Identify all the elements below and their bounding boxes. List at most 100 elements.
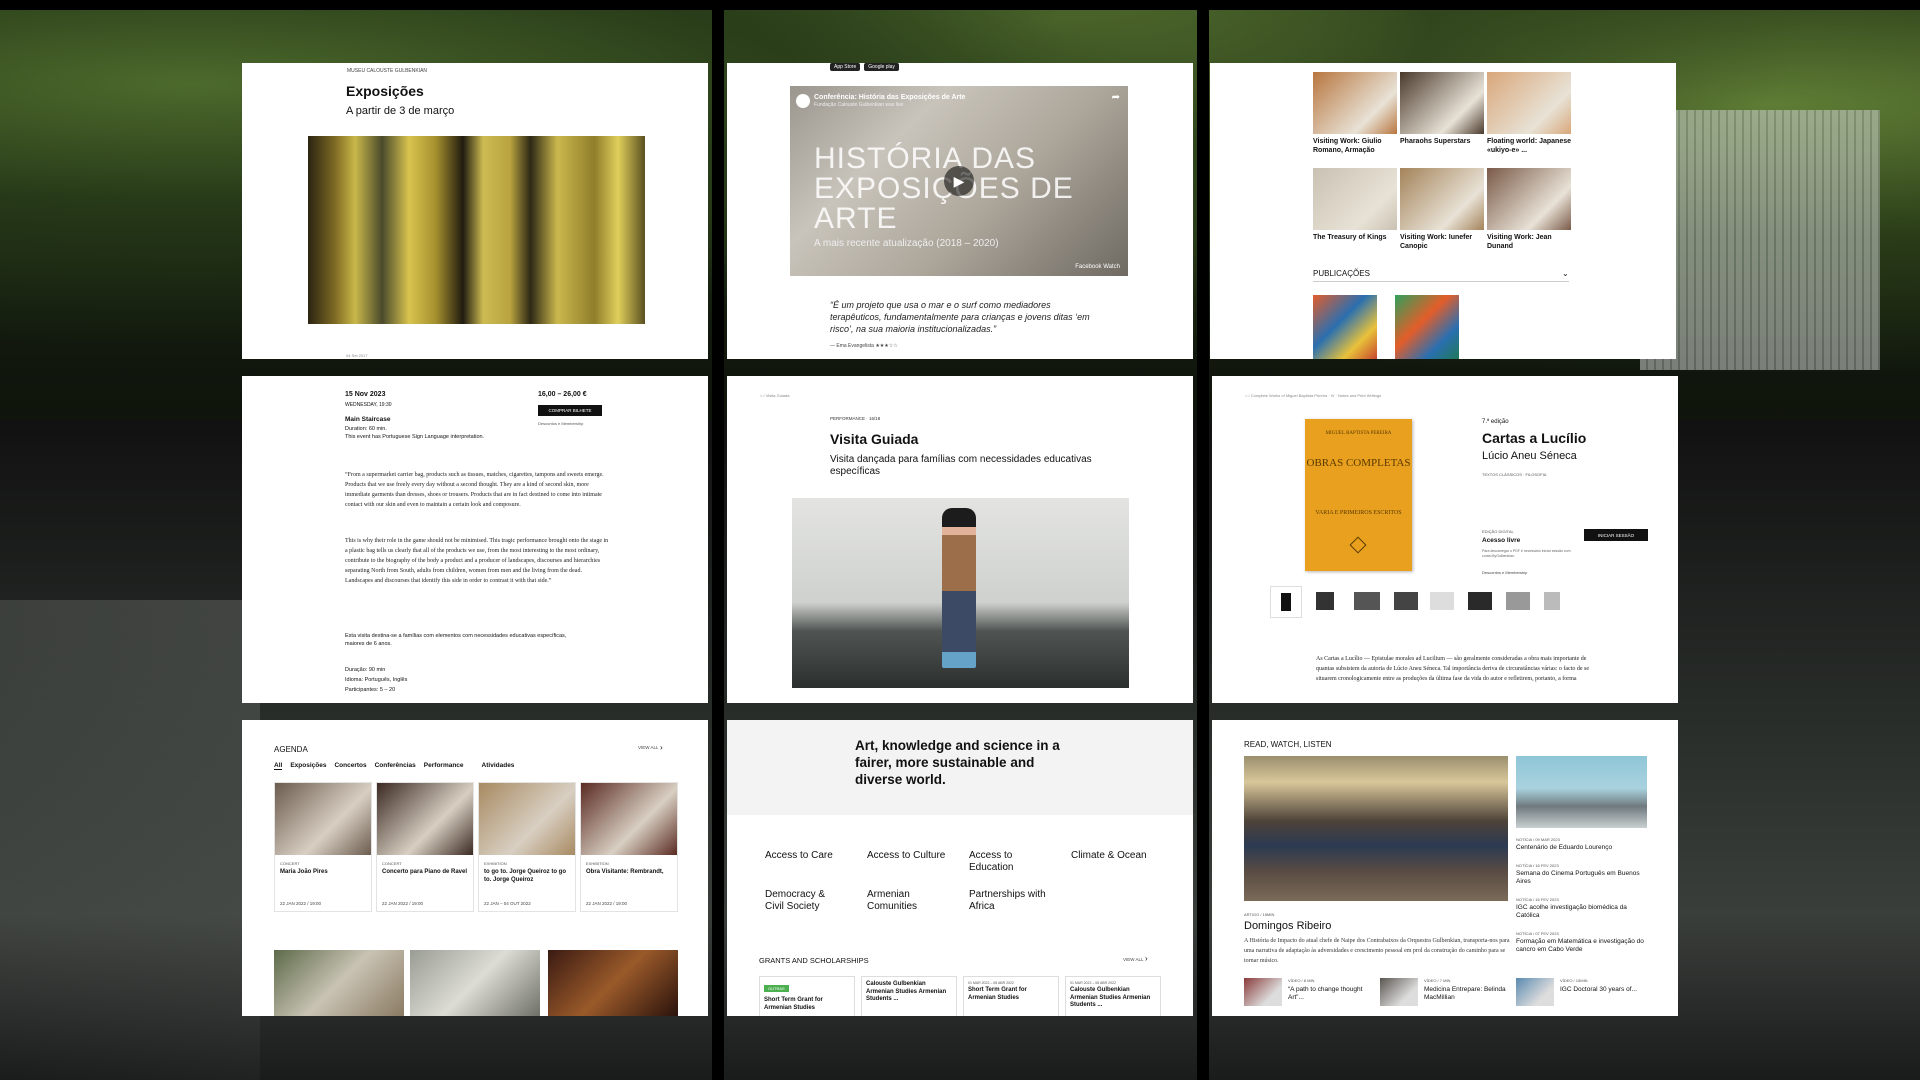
event-card[interactable]: CONCERT Maria João Pires 22 JAN 2022 / 1… xyxy=(274,782,372,912)
chevron-right-icon[interactable]: › xyxy=(1145,954,1148,963)
event-card-image xyxy=(581,783,677,855)
page-subtitle: Visita dançada para famílias com necessi… xyxy=(830,454,1092,477)
background-building xyxy=(1640,110,1880,370)
publications-heading[interactable]: PUBLICAÇÕES xyxy=(1313,269,1370,278)
view-all-link[interactable]: VIEW ALL xyxy=(1123,957,1144,962)
event-card-kind: CONCERT xyxy=(280,861,300,866)
cause-link[interactable]: Armenian Comunities xyxy=(867,889,947,913)
channel-logo-icon xyxy=(796,94,810,108)
app-store-badge[interactable]: App Store xyxy=(830,63,861,71)
collection-tile[interactable]: The Treasury of Kings xyxy=(1313,168,1397,242)
news-kind: NOTÍCIA / 16 FEV 2023 xyxy=(1516,863,1559,868)
tile-image xyxy=(1487,168,1571,230)
column xyxy=(712,0,724,1080)
screenshot-collection: Visiting Work: Giulio Romano, Armação Ph… xyxy=(1210,63,1676,359)
login-button[interactable]: INICIAR SESSÃO xyxy=(1584,529,1648,541)
screenshot-event-detail: 15 Nov 2023 WEDNESDAY, 19:30 16,00 – 26,… xyxy=(242,376,708,703)
page-subtitle: A partir de 3 de março xyxy=(346,105,455,117)
featured-photo[interactable] xyxy=(1244,756,1508,901)
chevron-down-icon[interactable]: ⌄ xyxy=(1562,269,1569,278)
gallery-thumb[interactable] xyxy=(1544,592,1560,610)
chevron-left-icon[interactable]: ‹ xyxy=(798,698,802,703)
news-photo[interactable] xyxy=(1516,756,1647,828)
news-item[interactable]: NOTÍCIA / 07 FEV 2023 Formação em Matemá… xyxy=(1516,931,1651,954)
view-all-link[interactable]: VIEW ALL xyxy=(638,745,659,750)
play-icon[interactable]: ▶ xyxy=(944,166,974,196)
cause-link[interactable]: Climate & Ocean xyxy=(1071,850,1151,862)
cause-link[interactable]: Democracy & Civil Society xyxy=(765,889,845,913)
feature-image[interactable] xyxy=(274,950,404,1016)
tab-concertos[interactable]: Concertos xyxy=(334,762,366,770)
gallery-thumb[interactable] xyxy=(1354,592,1380,610)
page-title: Exposições xyxy=(346,83,424,99)
grants-heading: GRANTS AND SCHOLARSHIPS xyxy=(759,956,869,965)
collection-tile[interactable]: Visiting Work: Iunefer Canopic xyxy=(1400,168,1484,251)
chevron-right-icon[interactable]: › xyxy=(660,743,663,752)
grant-title: Short Term Grant for Armenian Studies xyxy=(968,987,1027,1001)
breadcrumb-item[interactable]: Complete Works of Miguel Baptista Pereir… xyxy=(1251,393,1381,398)
event-card[interactable]: EXHIBITION Obra Visitante: Rembrandt, 22… xyxy=(580,782,678,912)
video-title: Conferência: História das Exposições de … xyxy=(814,94,966,101)
tab-atividades[interactable]: Atividades xyxy=(482,762,515,770)
event-card-title: Concerto para Piano de Ravel xyxy=(382,869,468,875)
share-icon[interactable]: ➦ xyxy=(1112,92,1120,103)
tile-image xyxy=(1400,72,1484,134)
gallery-thumb[interactable] xyxy=(1468,592,1492,610)
news-item[interactable]: NOTÍCIA / 09 MAR 2023 Centenário de Edua… xyxy=(1516,837,1651,852)
tile-image xyxy=(1487,72,1571,134)
video-title: Medicina Entrepare: Belinda MacMillian xyxy=(1424,986,1506,1001)
home-icon[interactable]: ⌂ xyxy=(760,393,762,398)
cause-link[interactable]: Access to Culture xyxy=(867,850,947,862)
news-item[interactable]: NOTÍCIA / 16 FEV 2023 Semana do Cinema P… xyxy=(1516,863,1651,886)
publication-cover[interactable] xyxy=(1395,295,1459,359)
gallery-thumb[interactable] xyxy=(1316,592,1334,610)
chevron-right-icon[interactable]: › xyxy=(1119,698,1123,703)
video-title: IGC Doctoral 30 years of... xyxy=(1560,986,1637,993)
screenshot-exposicoes: MUSEU CALOUSTE GULBENKIAN Exposições A p… xyxy=(242,63,708,359)
membership-link[interactable]: Descontos e Membership xyxy=(1482,570,1527,575)
grant-card[interactable]: 01 MAR 2022 – 08 ABR 2022 Calouste Gulbe… xyxy=(1065,976,1161,1016)
gallery-thumb[interactable] xyxy=(1394,592,1418,610)
event-card-date: 22 JAN 2022 / 19:00 xyxy=(280,901,322,906)
mission-statement: Art, knowledge and science in a fairer, … xyxy=(855,738,1060,787)
event-card-image xyxy=(275,783,371,855)
collection-tile[interactable]: Pharaohs Superstars xyxy=(1400,72,1484,146)
screenshot-visita-guiada: ⌂ / Visita Guiada PERFORMANCE · 16/18 Vi… xyxy=(727,376,1193,703)
cause-link[interactable]: Access to Education xyxy=(969,850,1049,874)
breadcrumb[interactable]: ⌂ / Visita Guiada xyxy=(760,393,789,398)
home-icon[interactable]: ⌂ xyxy=(1245,393,1247,398)
news-item[interactable]: NOTÍCIA / 16 FEV 2023 IGC acolhe investi… xyxy=(1516,897,1651,920)
grant-card[interactable]: Calouste Gulbenkian Armenian Studies Arm… xyxy=(861,976,957,1016)
cause-link[interactable]: Partnerships with Africa xyxy=(969,889,1049,913)
collection-tile[interactable]: Floating world: Japanese «ukiyo-e» ... xyxy=(1487,72,1571,155)
discounts-link[interactable]: Descontos e Membership xyxy=(538,420,583,428)
feature-image[interactable] xyxy=(410,950,540,1016)
news-title: IGC acolhe investigação biomédica da Cat… xyxy=(1516,904,1627,919)
feature-image[interactable] xyxy=(548,950,678,1016)
tab-exposicoes[interactable]: Exposições xyxy=(290,762,326,770)
breadcrumb[interactable]: ⌂ / Complete Works of Miguel Baptista Pe… xyxy=(1245,393,1381,398)
news-title: Formação em Matemática e investigação do… xyxy=(1516,938,1644,953)
grant-card[interactable]: OUTRAS Short Term Grant for Armenian Stu… xyxy=(759,976,855,1016)
cause-link[interactable]: Access to Care xyxy=(765,850,845,862)
featured-title[interactable]: Domingos Ribeiro xyxy=(1244,920,1331,932)
google-play-badge[interactable]: Google play xyxy=(864,63,899,71)
event-venue: Main Staircase xyxy=(345,416,391,423)
gallery-thumb-selected[interactable] xyxy=(1270,586,1302,618)
buy-ticket-button[interactable]: COMPRAR BILHETE xyxy=(538,405,602,416)
gallery-thumb[interactable] xyxy=(1506,592,1530,610)
event-card[interactable]: EXHIBITION to go to. Jorge Queiroz to go… xyxy=(478,782,576,912)
grant-card[interactable]: 01 MAR 2022 – 08 ABR 2022 Short Term Gra… xyxy=(963,976,1059,1016)
breadcrumb-item[interactable]: Visita Guiada xyxy=(766,393,790,398)
tab-performance[interactable]: Performance xyxy=(424,762,464,770)
video-player[interactable]: Conferência: História das Exposições de … xyxy=(790,86,1128,276)
news-kind: NOTÍCIA / 16 FEV 2023 xyxy=(1516,897,1559,902)
collection-tile[interactable]: Visiting Work: Giulio Romano, Armação xyxy=(1313,72,1397,155)
video-subtitle: Fundação Calouste Gulbenkian was live xyxy=(814,102,904,108)
publication-cover[interactable] xyxy=(1313,295,1377,359)
event-card[interactable]: CONCERT Concerto para Piano de Ravel 22 … xyxy=(376,782,474,912)
collection-tile[interactable]: Visiting Work: Jean Dunand xyxy=(1487,168,1571,251)
tab-all[interactable]: All xyxy=(274,762,283,770)
tab-conferencias[interactable]: Conferências xyxy=(375,762,416,770)
gallery-thumb[interactable] xyxy=(1430,592,1454,610)
